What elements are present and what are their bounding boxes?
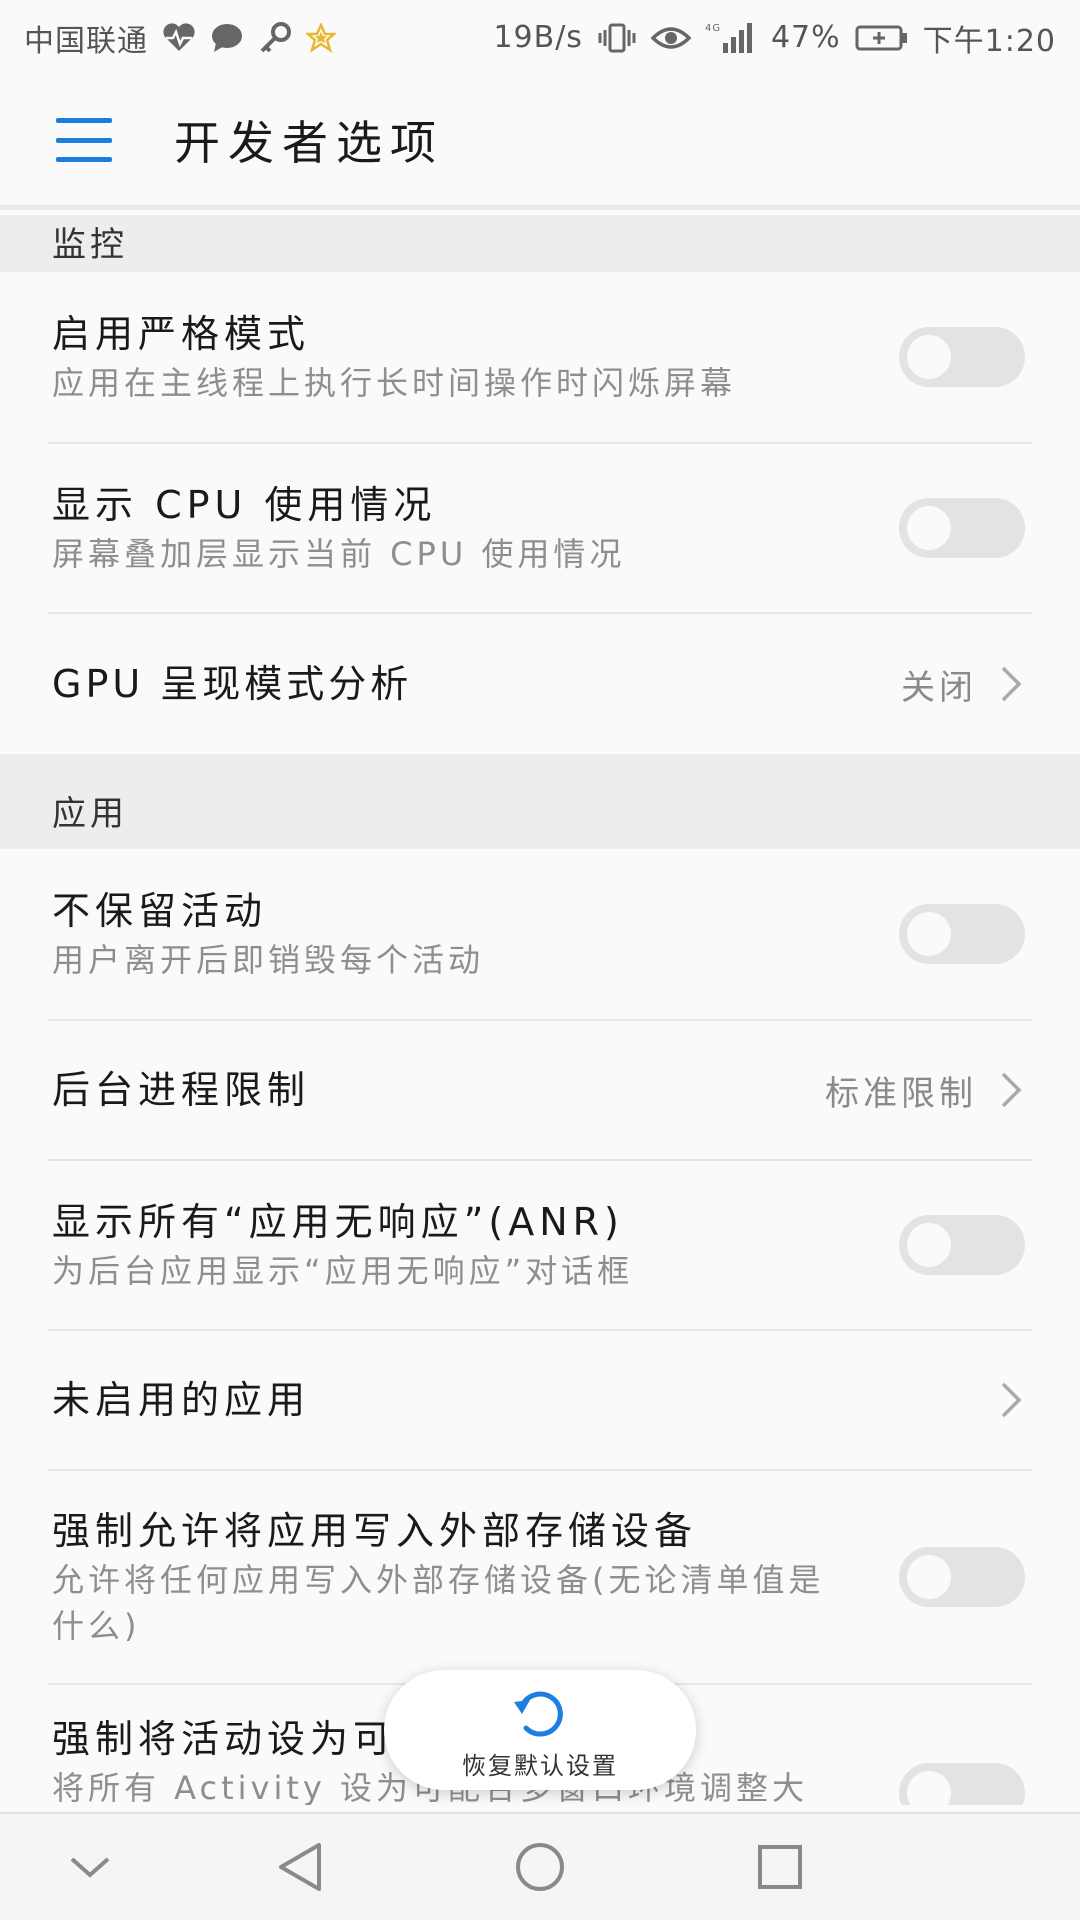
setting-title: 后台进程限制: [52, 1068, 311, 1112]
restore-defaults-button[interactable]: 恢复默认设置: [384, 1670, 696, 1790]
chevron-right-icon: [1001, 666, 1022, 702]
home-circle-icon: [516, 1843, 564, 1891]
status-bar: 中国联通 19B/s 4G 47% 下午1:20: [0, 0, 1080, 75]
clock-label: 下午1:20: [922, 23, 1056, 59]
setting-title: 强制允许将应用写入外部存储设备: [52, 1509, 698, 1553]
setting-background-limit[interactable]: 后台进程限制 标准限制: [0, 1021, 1080, 1159]
carrier-label: 中国联通: [24, 23, 148, 59]
force-external-toggle[interactable]: [899, 1547, 1025, 1607]
setting-value: 关闭: [901, 667, 977, 708]
section-header-apps: 应用: [0, 754, 1080, 849]
setting-show-cpu[interactable]: 显示 CPU 使用情况 屏幕叠加层显示当前 CPU 使用情况: [0, 444, 1080, 612]
section-header-monitoring: 监控: [0, 215, 1080, 272]
setting-value: 标准限制: [825, 1073, 977, 1114]
recents-square-icon: [758, 1845, 802, 1889]
nav-collapse-button[interactable]: [30, 1814, 150, 1920]
setting-summary: 为后台应用显示“应用无响应”对话框: [52, 1252, 634, 1290]
page-title: 开发者选项: [174, 116, 444, 170]
menu-icon: [56, 118, 112, 123]
chat-bubble-icon: [210, 23, 244, 53]
back-triangle-icon: [279, 1843, 321, 1891]
refresh-icon: [514, 1691, 563, 1736]
setting-title: 启用严格模式: [52, 312, 311, 356]
setting-dont-keep-activities[interactable]: 不保留活动 用户离开后即销毁每个活动: [0, 849, 1080, 1019]
setting-title: GPU 呈现模式分析: [52, 662, 413, 706]
show-anr-toggle[interactable]: [899, 1215, 1025, 1275]
eye-icon: [650, 24, 691, 52]
battery-charging-icon: [855, 24, 909, 52]
key-icon: [258, 21, 292, 54]
nav-back-button[interactable]: [240, 1814, 360, 1920]
chevron-right-icon: [1001, 1072, 1022, 1108]
setting-strict-mode[interactable]: 启用严格模式 应用在主线程上执行长时间操作时闪烁屏幕: [0, 272, 1080, 442]
network-type-label: 4G: [705, 23, 721, 34]
setting-title: 未启用的应用: [52, 1378, 311, 1422]
setting-summary: 允许将任何应用写入外部存储设备(无论清单值是什么): [52, 1561, 825, 1645]
nav-recents-button[interactable]: [720, 1814, 840, 1920]
nav-home-button[interactable]: [480, 1814, 600, 1920]
app-header: 开发者选项: [0, 75, 1080, 210]
battery-percent-label: 47%: [770, 20, 841, 55]
star-badge-icon: [306, 22, 336, 53]
setting-summary: 用户离开后即销毁每个活动: [52, 941, 485, 979]
chevron-right-icon: [1001, 1382, 1022, 1418]
chevron-down-icon: [70, 1857, 110, 1878]
settings-list: 监控 启用严格模式 应用在主线程上执行长时间操作时闪烁屏幕 显示 CPU 使用情…: [0, 215, 1080, 1805]
heartbeat-icon: [162, 22, 196, 53]
setting-title: 不保留活动: [52, 889, 268, 933]
menu-button[interactable]: [56, 118, 112, 162]
strict-mode-toggle[interactable]: [899, 327, 1025, 387]
setting-show-anr[interactable]: 显示所有“应用无响应”(ANR) 为后台应用显示“应用无响应”对话框: [0, 1161, 1080, 1329]
setting-gpu-profile[interactable]: GPU 呈现模式分析 关闭: [0, 614, 1080, 754]
net-speed-label: 19B/s: [493, 20, 583, 55]
setting-summary: 应用在主线程上执行长时间操作时闪烁屏幕: [52, 364, 737, 402]
navigation-bar: [0, 1812, 1080, 1920]
force-resizable-toggle[interactable]: [899, 1763, 1025, 1805]
setting-title: 显示所有“应用无响应”(ANR): [52, 1200, 624, 1244]
signal-icon: 4G: [705, 21, 757, 55]
vibrate-icon: [597, 22, 637, 54]
setting-inactive-apps[interactable]: 未启用的应用: [0, 1331, 1080, 1469]
setting-summary: 屏幕叠加层显示当前 CPU 使用情况: [52, 535, 626, 573]
show-cpu-toggle[interactable]: [899, 498, 1025, 558]
restore-defaults-label: 恢复默认设置: [462, 1751, 618, 1780]
setting-force-external-storage[interactable]: 强制允许将应用写入外部存储设备 允许将任何应用写入外部存储设备(无论清单值是什么…: [0, 1471, 1080, 1683]
setting-title: 显示 CPU 使用情况: [52, 483, 437, 527]
dont-keep-activities-toggle[interactable]: [899, 904, 1025, 964]
